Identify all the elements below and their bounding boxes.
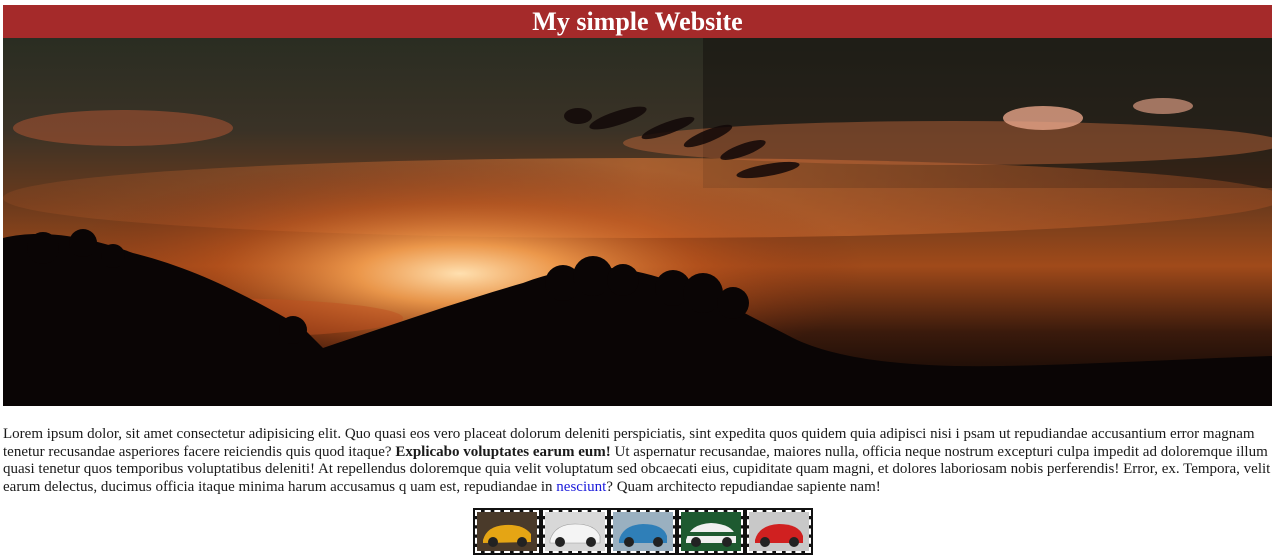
bold-text: Explicabo voluptates earum eum!: [395, 443, 611, 460]
nesciunt-link[interactable]: nesciunt: [556, 479, 606, 495]
thumbnail-white-car[interactable]: [541, 508, 609, 555]
text-segment: ? Quam architecto repudiandae sapiente n…: [606, 478, 881, 495]
car-thumbnail-gallery: [473, 508, 813, 555]
body-text: Lorem ipsum dolor, sit amet consectetur …: [3, 426, 1275, 496]
thumbnail-yellow-car[interactable]: [473, 508, 541, 555]
thumbnail-blue-car[interactable]: [609, 508, 677, 555]
thumbnail-red-car[interactable]: [745, 508, 813, 555]
thumbnail-green-white-car[interactable]: [677, 508, 745, 555]
lorem-paragraph: Lorem ipsum dolor, sit amet consectetur …: [3, 426, 1275, 496]
site-title: My simple Website: [532, 7, 743, 36]
site-header: My simple Website: [3, 5, 1272, 38]
hero-sunset-image: [3, 38, 1272, 406]
